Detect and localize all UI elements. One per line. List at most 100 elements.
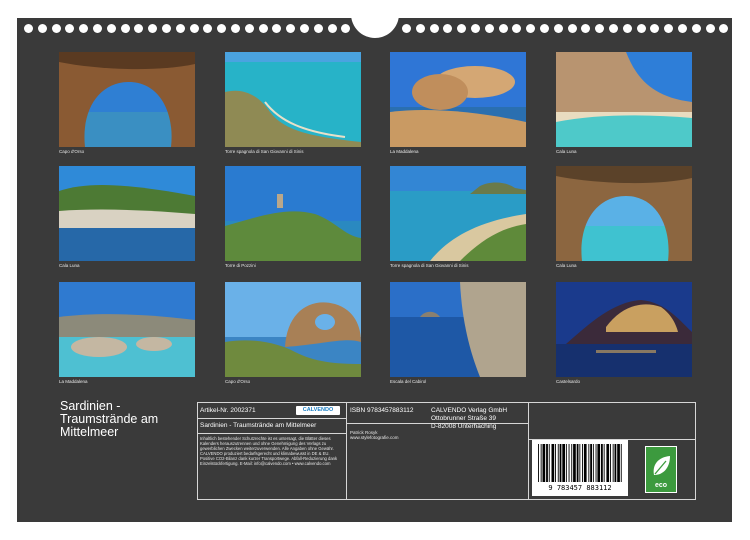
- barcode-bar: [612, 444, 614, 482]
- barcode-bar: [555, 444, 556, 482]
- barcode: 9 783457 883112: [532, 440, 628, 496]
- binding-hole: [581, 24, 591, 33]
- barcode-bar: [568, 444, 570, 482]
- binding-hole: [244, 24, 254, 33]
- photo-caption: Castelsardo: [556, 379, 581, 384]
- barcode-bar: [565, 444, 567, 482]
- binding-hole: [231, 24, 240, 33]
- binding-hole: [203, 24, 213, 33]
- barcode-bar: [583, 444, 587, 482]
- binding-hole: [429, 24, 439, 33]
- binding-hole: [258, 24, 268, 33]
- binding-hole: [691, 24, 701, 33]
- binding-hole: [313, 24, 323, 33]
- leaf-icon: [653, 456, 670, 475]
- barcode-bar: [542, 444, 546, 482]
- legal-text: Inhaltlich bestehender Schutzrechte ist …: [200, 436, 338, 466]
- barcode-bar: [538, 444, 539, 482]
- binding-hole: [148, 24, 158, 33]
- info-divider: [528, 403, 529, 499]
- binding-hole: [51, 24, 61, 33]
- barcode-bar: [614, 444, 617, 482]
- publisher-street: Ottobrunner Straße 39: [431, 415, 497, 422]
- barcode-bar: [579, 444, 581, 482]
- calendar-photo: [390, 166, 526, 261]
- barcode-bar: [546, 444, 548, 482]
- barcode-bar: [540, 444, 542, 482]
- isbn: ISBN 9783457883112: [350, 407, 414, 414]
- binding-hole: [341, 24, 351, 33]
- photo-caption: Cala Luna: [59, 263, 80, 268]
- binding-hole: [402, 24, 411, 33]
- photo-caption: Escala del Cabirol: [390, 379, 427, 384]
- barcode-bar: [610, 444, 611, 482]
- info-subtitle: Sardinien - Traumstrände am Mittelmeer: [200, 422, 317, 429]
- barcode-number: 9 783457 883112: [548, 484, 612, 492]
- calendar-photo: [59, 282, 195, 377]
- binding-hole: [636, 24, 646, 33]
- binding-hole: [37, 24, 47, 33]
- calendar-title: Sardinien - Traumstrände am Mittelmeer: [60, 399, 159, 439]
- binding-hole: [622, 24, 632, 33]
- binding-hole: [678, 24, 687, 33]
- barcode-bar: [548, 444, 550, 482]
- photo-caption: La Maddalena: [390, 149, 419, 154]
- publisher-name: CALVENDO Verlag GmbH: [431, 407, 508, 414]
- eco-badge: eco: [645, 446, 677, 493]
- publisher-city: D-82008 Unterhaching: [431, 423, 497, 430]
- barcode-bar: [588, 444, 590, 482]
- barcode-bar: [571, 444, 573, 482]
- binding-hole: [567, 24, 577, 33]
- photo-caption: Capo d'Orso: [59, 149, 85, 154]
- binding-hole: [512, 24, 522, 33]
- binding-hole: [106, 24, 116, 33]
- binding-hole: [595, 24, 605, 33]
- barcode-bar: [606, 444, 610, 482]
- binding-hole: [162, 24, 171, 33]
- info-divider: [198, 433, 346, 434]
- calendar-photo: [390, 282, 526, 377]
- binding-hole: [300, 24, 309, 33]
- barcode-bar: [576, 444, 579, 482]
- barcode-bar: [562, 444, 565, 482]
- binding-hole: [24, 24, 33, 33]
- binding-hole: [553, 24, 563, 33]
- calendar-photo: [225, 166, 361, 261]
- binding-hole: [415, 24, 425, 33]
- binding-hole: [286, 24, 296, 33]
- barcode-bar: [620, 444, 622, 482]
- binding-hole: [79, 24, 89, 33]
- barcode-bar: [603, 444, 605, 482]
- binding-hole: [650, 24, 660, 33]
- binding-hole: [540, 24, 549, 33]
- eco-label: eco: [654, 482, 668, 489]
- calendar-photo: [556, 52, 692, 147]
- binding-hole: [526, 24, 536, 33]
- info-divider: [346, 403, 347, 499]
- binding-hole: [705, 24, 715, 33]
- calendar-photo: [225, 282, 361, 377]
- photographer-url: www.stylefotografie.com: [350, 435, 399, 440]
- barcode-bar: [557, 444, 559, 482]
- barcode-bar: [559, 444, 562, 482]
- binding-hole: [443, 24, 453, 33]
- photo-caption: Torre spagnola di San Giovanni di Sinis: [225, 149, 304, 154]
- photo-caption: Cala Luna: [556, 263, 577, 268]
- calendar-photo: [225, 52, 361, 147]
- photo-caption: Torre spagnola di San Giovanni di Sinis: [390, 263, 469, 268]
- binding-hole: [217, 24, 227, 33]
- binding-hole: [609, 24, 618, 33]
- article-number: Artikel-Nr. 2002371: [200, 407, 256, 414]
- barcode-bar: [617, 444, 620, 482]
- photo-caption: La Maddalena: [59, 379, 88, 384]
- binding-hole: [733, 24, 743, 33]
- binding-hole: [327, 24, 337, 33]
- barcode-bar: [551, 444, 555, 482]
- info-divider: [198, 418, 346, 419]
- photo-caption: Cala Luna: [556, 149, 577, 154]
- binding-hole: [93, 24, 102, 33]
- binding-hole: [719, 24, 729, 33]
- photo-caption: Capo d'Orso: [225, 379, 251, 384]
- calendar-photo: [556, 282, 692, 377]
- binding-hole: [484, 24, 494, 33]
